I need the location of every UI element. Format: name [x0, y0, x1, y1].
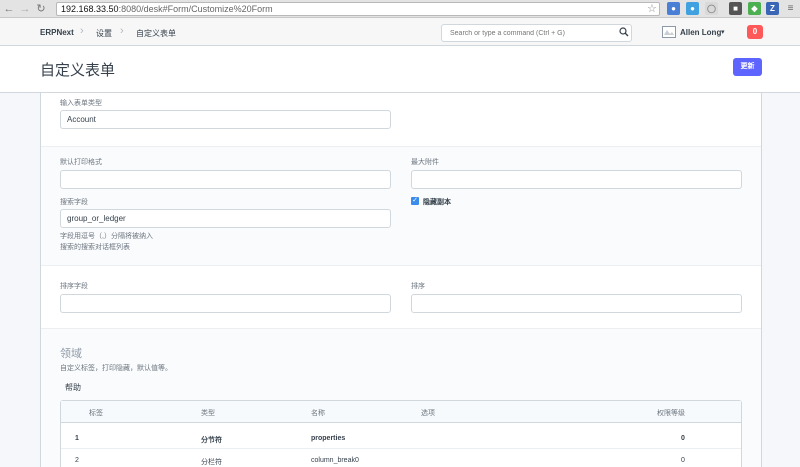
- sort-field-label: 排序字段: [60, 283, 88, 290]
- row-type: 分栏符: [201, 459, 222, 466]
- chevron-right-icon: ›: [120, 25, 124, 37]
- fields-table: 标签 类型 名称 选项 权限等级 1 分节符 properties 0 2 分栏…: [60, 400, 742, 467]
- back-icon[interactable]: ←: [2, 2, 16, 16]
- table-row[interactable]: 1 分节符 properties 0: [61, 427, 741, 449]
- address-bar[interactable]: 192.168.33.50:8080/desk#Form/Customize%2…: [56, 2, 660, 16]
- row-index: 2: [75, 457, 79, 464]
- extension-color-icon[interactable]: ◆: [748, 2, 761, 15]
- extension-lock-icon[interactable]: ●: [686, 2, 699, 15]
- breadcrumb-settings[interactable]: 设置: [96, 28, 112, 39]
- table-row[interactable]: 2 分栏符 column_break0 0: [61, 449, 741, 467]
- hide-copy-checkbox[interactable]: ✓: [411, 197, 419, 205]
- column-header-label: 标签: [89, 410, 103, 417]
- chevron-right-icon: ›: [80, 25, 84, 37]
- search-fields-field[interactable]: group_or_ledger: [60, 209, 391, 228]
- doctype-field[interactable]: Account: [60, 110, 391, 129]
- row-name: properties: [311, 435, 346, 442]
- reload-icon[interactable]: ↻: [34, 2, 48, 16]
- max-attachments-field[interactable]: [411, 170, 742, 189]
- column-header-perm-level: 权限等级: [657, 410, 685, 417]
- update-button[interactable]: 更新: [733, 58, 762, 76]
- row-type: 分节符: [201, 437, 222, 444]
- table-header: 标签 类型 名称 选项 权限等级: [61, 401, 741, 423]
- column-header-options: 选项: [421, 410, 435, 417]
- column-header-name: 名称: [311, 410, 325, 417]
- max-attachments-label: 最大附件: [411, 159, 439, 166]
- extension-zotero-icon[interactable]: Z: [766, 2, 779, 15]
- user-name[interactable]: Allen Long: [680, 28, 721, 37]
- search-input[interactable]: [441, 24, 632, 42]
- forward-icon[interactable]: →: [18, 2, 32, 16]
- page-head: [0, 46, 800, 93]
- bookmark-star-icon[interactable]: ☆: [647, 2, 657, 15]
- row-index: 1: [75, 435, 79, 442]
- search-fields-help: 搜索的搜索对话框列表: [60, 244, 130, 251]
- sort-order-label: 排序: [411, 283, 425, 290]
- sort-order-field[interactable]: [411, 294, 742, 313]
- extension-puzzle-icon[interactable]: ■: [729, 2, 742, 15]
- doctype-label: 输入表单类型: [60, 100, 102, 107]
- row-perm-level: 0: [681, 457, 685, 464]
- default-print-format-field[interactable]: [60, 170, 391, 189]
- browser-menu-icon[interactable]: ≡: [784, 2, 797, 15]
- notification-badge[interactable]: 0: [747, 25, 763, 39]
- breadcrumb-customize-form[interactable]: 自定义表单: [136, 28, 176, 39]
- caret-down-icon[interactable]: ▾: [721, 28, 725, 36]
- row-perm-level: 0: [681, 435, 685, 442]
- avatar[interactable]: [662, 26, 676, 38]
- row-name: column_break0: [311, 457, 359, 464]
- hide-copy-label[interactable]: 隐藏副本: [423, 197, 451, 207]
- search-fields-label: 搜索字段: [60, 199, 88, 206]
- page-title: 自定义表单: [40, 61, 116, 79]
- column-header-type: 类型: [201, 410, 215, 417]
- search-icon[interactable]: [619, 27, 629, 37]
- settings-section: [41, 146, 761, 266]
- brand-link[interactable]: ERPNext: [40, 28, 74, 37]
- fields-section-heading: 领域: [60, 348, 82, 360]
- help-link[interactable]: 帮助: [65, 382, 81, 393]
- default-print-format-label: 默认打印格式: [60, 159, 102, 166]
- search-fields-help: 字段用逗号（,）分隔将被纳入: [60, 233, 153, 240]
- extension-profile-icon[interactable]: ●: [667, 2, 680, 15]
- extension-bulb-icon[interactable]: ◯: [705, 2, 718, 15]
- sort-field-field[interactable]: [60, 294, 391, 313]
- fields-section-description: 自定义标签，打印隐藏，默认值等。: [60, 365, 172, 372]
- url-path: :8080/desk#Form/Customize%20Form: [118, 4, 273, 14]
- url-host: 192.168.33.50: [61, 4, 119, 14]
